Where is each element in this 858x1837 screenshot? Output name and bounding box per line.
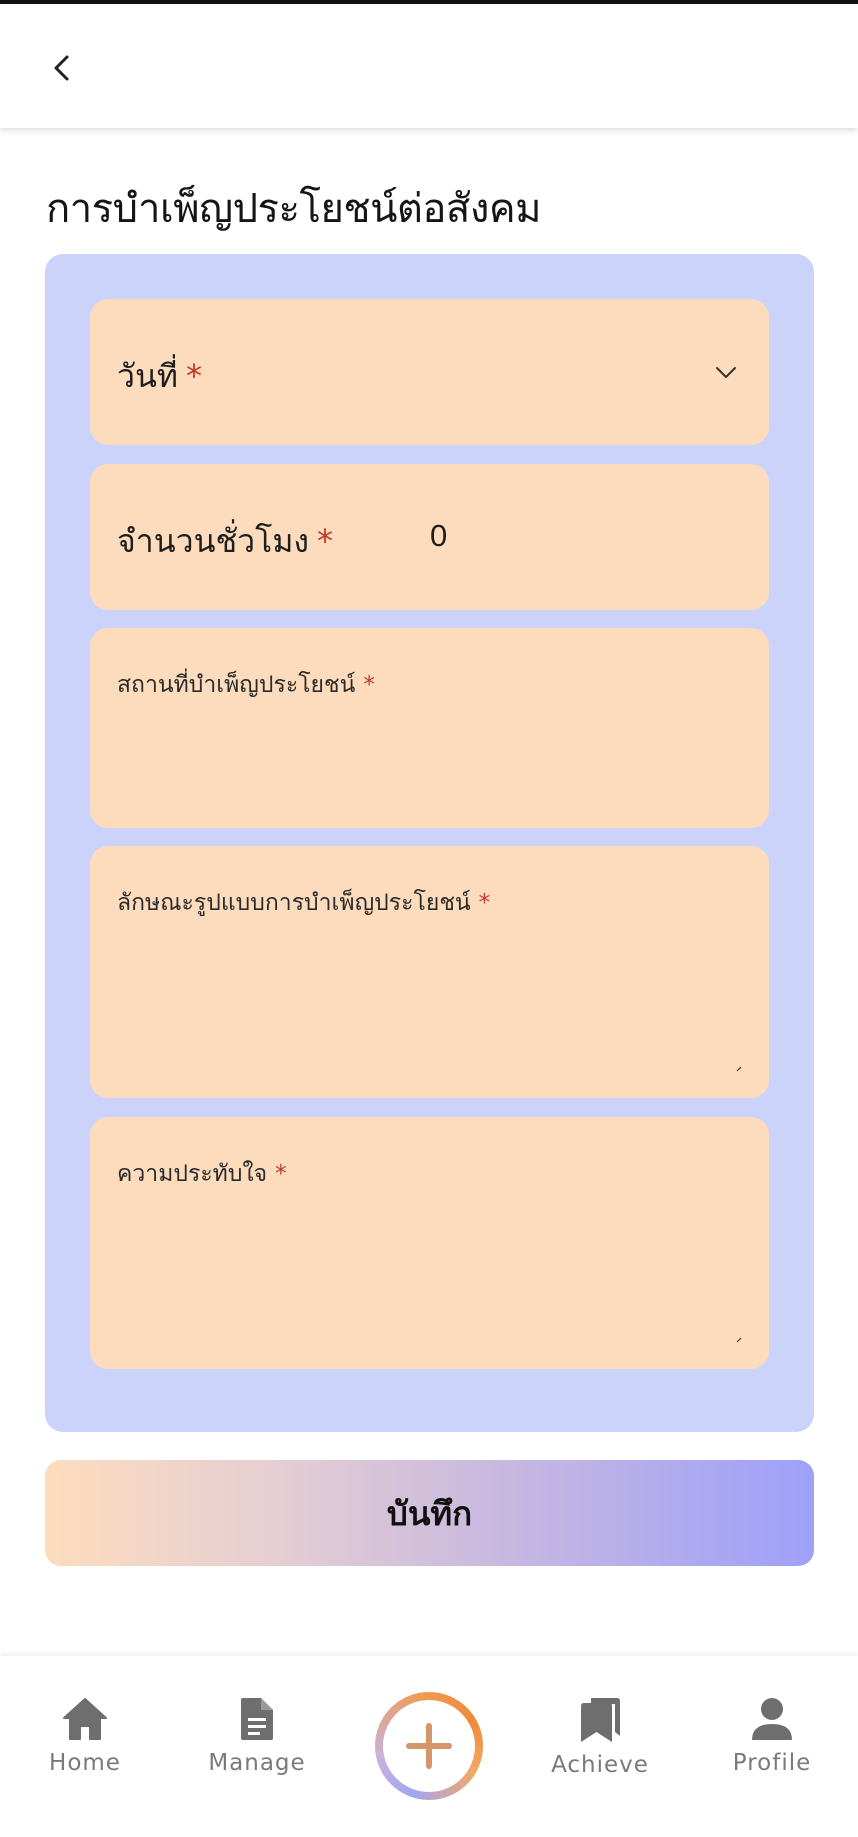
impression-label-text: ความประทับใจ	[117, 1161, 268, 1187]
place-input[interactable]	[117, 708, 742, 808]
style-label-text: ลักษณะรูปแบบการบำเพ็ญประโยชน์	[117, 890, 471, 916]
required-mark: *	[363, 672, 375, 698]
add-button[interactable]	[375, 1692, 483, 1800]
nav-label-achieve: Achieve	[551, 1752, 649, 1778]
required-mark: *	[317, 522, 334, 560]
save-button[interactable]: บันทึก	[45, 1460, 814, 1566]
bottom-nav: Home Manage Achieve Profile	[0, 1656, 858, 1837]
plus-icon	[406, 1723, 452, 1769]
hours-label: จำนวนชั่วโมง *	[117, 516, 333, 567]
chevron-left-icon	[54, 55, 69, 81]
style-textarea[interactable]	[117, 926, 742, 1078]
required-mark: *	[275, 1161, 287, 1187]
style-label: ลักษณะรูปแบบการบำเพ็ญประโยชน์ *	[117, 885, 490, 921]
save-button-label: บันทึก	[386, 1493, 473, 1533]
document-icon	[241, 1698, 273, 1740]
place-field: สถานที่บำเพ็ญประโยชน์ *	[90, 628, 769, 828]
impression-field: ความประทับใจ *	[90, 1117, 769, 1369]
home-icon	[63, 1698, 107, 1740]
chevron-down-icon[interactable]	[713, 359, 739, 385]
impression-textarea[interactable]	[117, 1197, 742, 1349]
page-title: การบำเพ็ญประโยชน์ต่อสังคม	[46, 186, 541, 232]
resize-handle-icon[interactable]	[736, 1066, 742, 1072]
date-label: วันที่ *	[117, 351, 202, 402]
impression-label: ความประทับใจ *	[117, 1156, 287, 1192]
form-card: วันที่* จำนวนชั่วโมง* สถานที่บำเพ็ญประโย…	[45, 254, 814, 1432]
person-icon	[752, 1698, 792, 1740]
date-field[interactable]: วันที่ *	[90, 299, 769, 445]
hours-label-text: จำนวนชั่วโมง	[117, 522, 310, 560]
style-field: ลักษณะรูปแบบการบำเพ็ญประโยชน์ *	[90, 846, 769, 1098]
nav-label-home: Home	[49, 1750, 121, 1776]
required-mark: *	[478, 890, 491, 916]
hours-field: จำนวนชั่วโมง *	[90, 464, 769, 610]
nav-item-profile[interactable]: Profile	[702, 1696, 842, 1776]
date-label-text: วันที่	[117, 357, 178, 395]
nav-item-home[interactable]: Home	[15, 1696, 155, 1776]
nav-label-profile: Profile	[732, 1750, 812, 1776]
resize-handle-icon[interactable]	[736, 1337, 742, 1343]
hours-input[interactable]	[430, 518, 630, 554]
place-label-text: สถานที่บำเพ็ญประโยชน์	[117, 672, 356, 698]
nav-label-manage: Manage	[208, 1750, 306, 1776]
required-mark: *	[185, 357, 202, 395]
app-bar	[0, 4, 858, 128]
place-label: สถานที่บำเพ็ญประโยชน์ *	[117, 667, 375, 703]
nav-item-manage[interactable]: Manage	[187, 1696, 327, 1776]
add-button-inner	[383, 1700, 475, 1792]
bookmarks-icon	[581, 1698, 620, 1742]
nav-item-achieve[interactable]: Achieve	[530, 1696, 670, 1778]
back-button[interactable]	[42, 48, 82, 88]
